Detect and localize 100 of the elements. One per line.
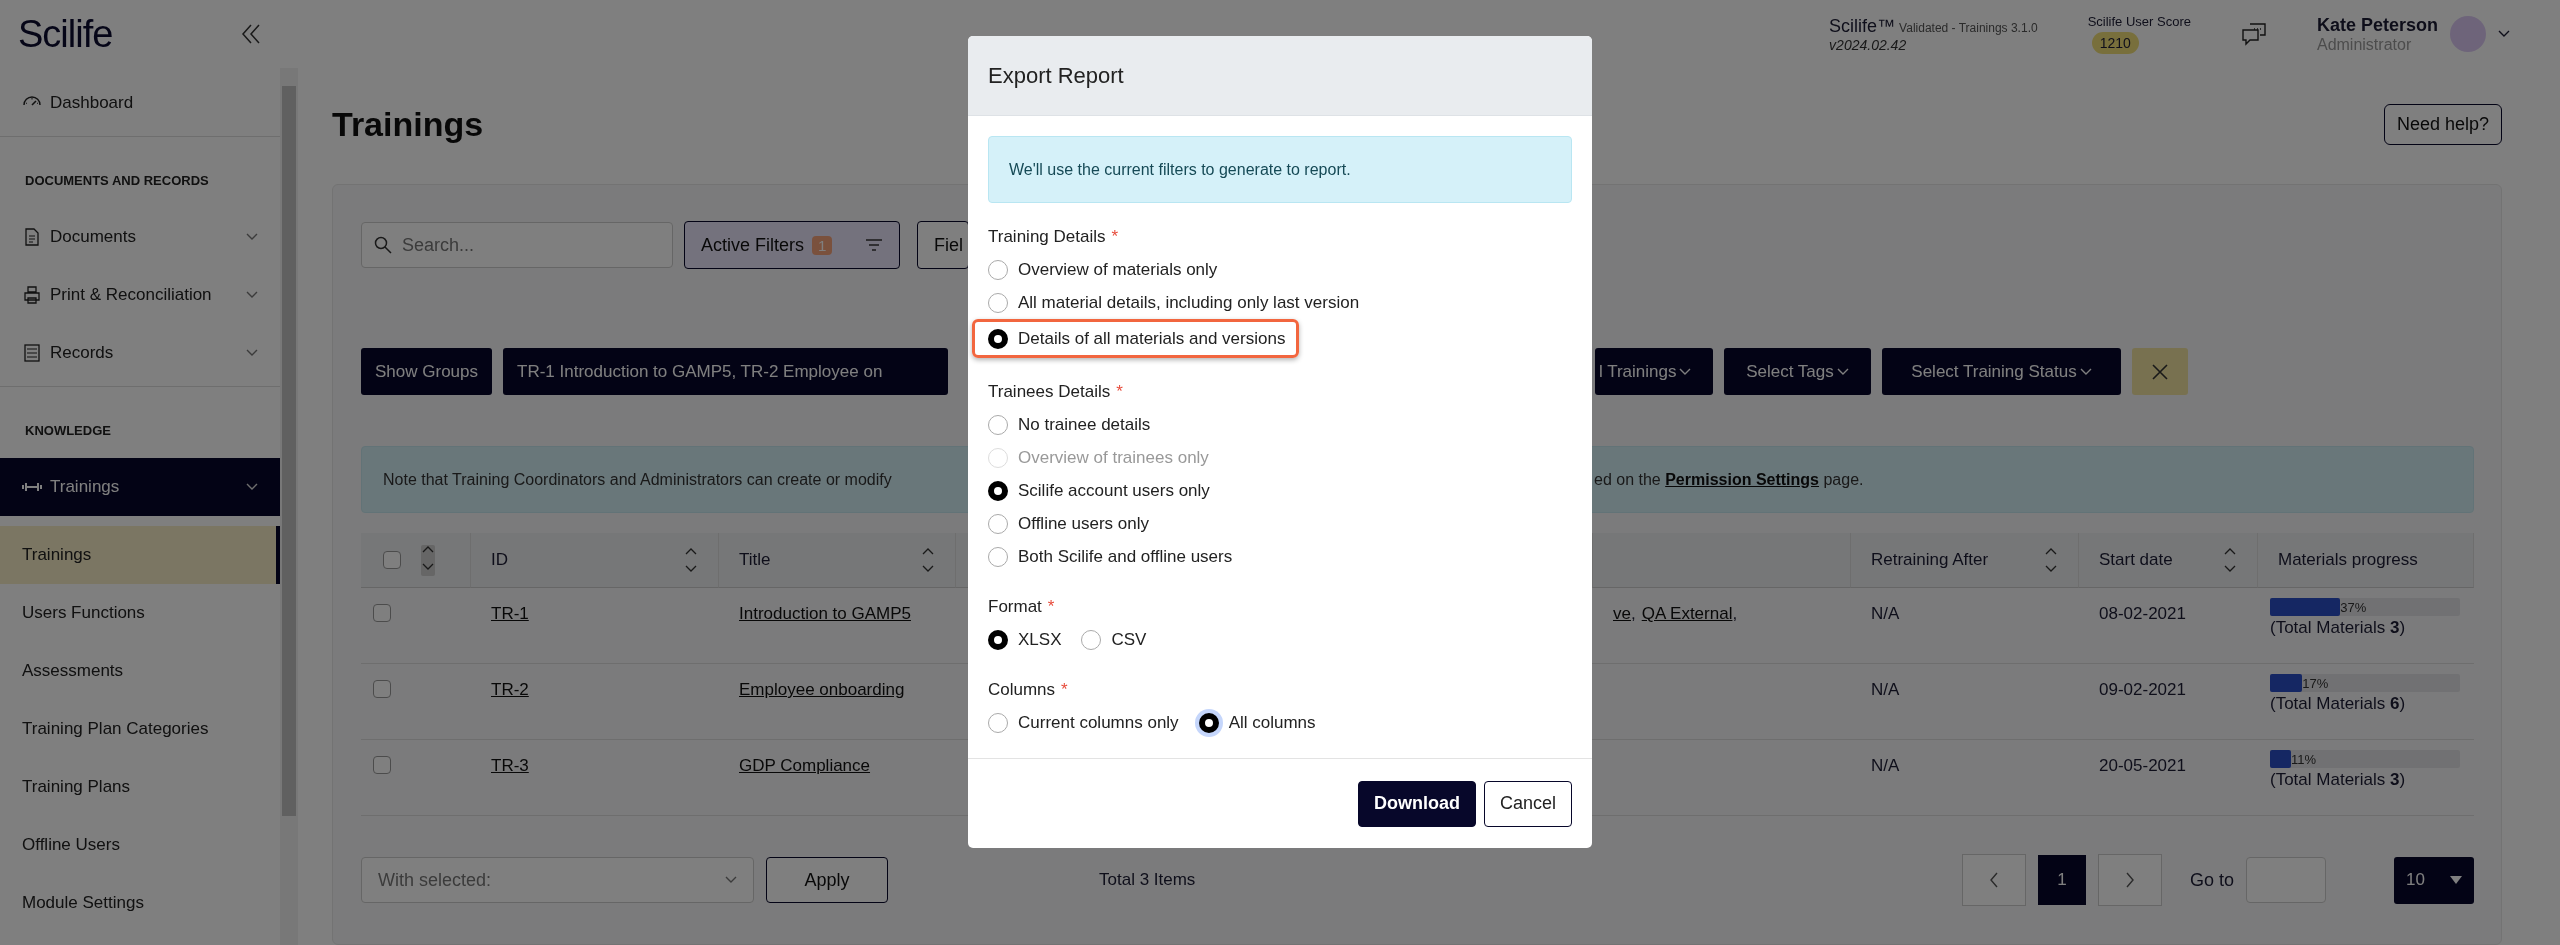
scrollbar[interactable] [280, 68, 298, 945]
sidebar-item[interactable]: Print & Reconciliation [0, 266, 280, 324]
previous-page-button[interactable] [1961, 854, 2026, 906]
sort-icon[interactable] [921, 547, 935, 573]
sidebar-subitem[interactable]: Users Functions [0, 584, 280, 642]
chevron-down-icon [246, 291, 258, 299]
table-cell: N/A [1871, 680, 1900, 699]
show-groups-button[interactable]: Show Groups [361, 348, 492, 395]
radio-button[interactable] [988, 712, 1008, 733]
sidebar-subitem[interactable]: Training Plans [0, 758, 280, 816]
radio-button[interactable] [988, 259, 1008, 280]
collapse-icon[interactable] [240, 23, 262, 45]
sidebar-item[interactable]: Documents [0, 208, 280, 266]
column-header: Materials progress [2278, 550, 2418, 570]
records-icon [22, 343, 42, 363]
column-header: ID [491, 550, 508, 570]
radio-button[interactable] [988, 546, 1008, 567]
radio-button[interactable] [988, 513, 1008, 534]
next-page-button[interactable] [2097, 854, 2162, 906]
table-cell: 09-02-2021 [2099, 680, 2186, 699]
title-link[interactable]: Employee onboarding [739, 680, 905, 699]
sidebar-subitem[interactable]: Training Plan Categories [0, 700, 280, 758]
radio-button[interactable] [988, 414, 1008, 435]
section-heading: DOCUMENTS AND RECORDS [24, 172, 210, 190]
row-checkbox[interactable] [373, 680, 391, 698]
select-all-checkbox[interactable] [383, 551, 401, 569]
cancel-button[interactable]: Cancel [1483, 780, 1572, 827]
sort-icon[interactable] [2044, 547, 2058, 573]
radio-button[interactable] [988, 480, 1008, 501]
row-checkbox[interactable] [373, 604, 391, 622]
radio-option[interactable]: XLSX [988, 623, 1062, 656]
sort-icon[interactable] [684, 547, 698, 573]
sidebar-item[interactable]: Trainings [0, 458, 280, 516]
help-button[interactable]: Need help? [2383, 103, 2502, 145]
id-link[interactable]: TR-2 [491, 680, 529, 699]
radio-option[interactable]: Scilife account users only [988, 474, 1572, 507]
filter-dropdown[interactable]: l Trainings [1595, 348, 1713, 395]
close-icon [2150, 361, 2170, 382]
radio-button[interactable] [1081, 629, 1102, 650]
sidebar-subitem[interactable]: Assessments [0, 642, 280, 700]
row-checkbox[interactable] [373, 756, 391, 774]
radio-option[interactable]: Overview of materials only [988, 253, 1572, 286]
sidebar-subitem[interactable]: Module Settings [0, 874, 280, 932]
radio-option[interactable]: No trainee details [988, 408, 1572, 441]
page-size-select[interactable]: 10 [2394, 856, 2474, 904]
required-mark: * [1047, 597, 1055, 616]
sidebar-subitem[interactable]: Offline Users [0, 816, 280, 874]
progress-label: 11% [2290, 751, 2316, 767]
id-link[interactable]: TR-3 [491, 756, 529, 775]
caret-icon [2450, 876, 2462, 884]
notice-text: ed on the Permission Settings page. [1594, 470, 1865, 489]
radio-option[interactable]: Details of all materials and versions [988, 322, 1286, 355]
radio-option[interactable]: All columns [1198, 706, 1316, 739]
title-link[interactable]: GDP Compliance [739, 756, 871, 775]
goto-field[interactable] [2246, 857, 2326, 903]
sidebar-subitem[interactable]: Trainings [0, 526, 280, 584]
sort-icon[interactable] [421, 544, 435, 571]
download-button[interactable]: Download [1357, 780, 1476, 827]
chat-icon[interactable] [2240, 22, 2267, 46]
sidebar-item[interactable]: Dashboard [0, 74, 280, 132]
title-link[interactable]: Introduction to GAMP5 [739, 604, 911, 623]
dialog-title: Export Report [988, 62, 1124, 89]
printer-icon [22, 285, 42, 305]
bulk-action-select[interactable]: With selected: [361, 857, 754, 903]
sidebar-item[interactable]: Records [0, 324, 280, 382]
filter-chip[interactable]: TR-1 Introduction to GAMP5, TR-2 Employee on [503, 348, 948, 395]
radio-option[interactable]: CSV [1081, 623, 1147, 656]
group-label: Columns [988, 680, 1056, 699]
clear-filters-button[interactable] [2132, 348, 2188, 395]
radio-option[interactable]: Current columns only [988, 706, 1179, 739]
radio-option[interactable]: Offline users only [988, 507, 1572, 540]
notice-text: Note that Training Coordinators and Administrators can create or modify [383, 470, 892, 489]
filter-dropdown[interactable]: Select Training Status [1882, 348, 2121, 395]
total-items: Total 3 Items [1099, 870, 1196, 890]
radio-option[interactable]: All material details, including only last version [988, 286, 1572, 319]
filter-dropdown[interactable]: Select Tags [1724, 348, 1871, 395]
fields-button[interactable]: Fiel [917, 221, 969, 269]
radio-button[interactable] [1198, 712, 1219, 733]
radio-button[interactable] [988, 629, 1008, 650]
radio-button[interactable] [988, 328, 1008, 349]
logo[interactable]: Scilife [18, 12, 113, 56]
apply-button[interactable]: Apply [766, 857, 888, 903]
table-cell: N/A [1871, 756, 1900, 775]
product-name: Scilife™ [1829, 15, 1896, 37]
id-link[interactable]: TR-1 [491, 604, 529, 623]
chevron-down-icon [2498, 30, 2510, 38]
filter-count: 1 [812, 235, 833, 255]
page-button[interactable]: 1 [2037, 855, 2086, 905]
sort-icon[interactable] [2223, 547, 2237, 573]
permission-settings-link[interactable]: Permission Settings [1665, 470, 1819, 488]
search-field[interactable]: Search... [361, 222, 673, 268]
active-filters-button[interactable]: Active Filters 1 [684, 221, 900, 269]
search-icon [374, 236, 392, 254]
chevron-left-icon [1988, 872, 1999, 888]
avatar[interactable] [2450, 16, 2486, 52]
group-label: Trainees Details [988, 382, 1111, 401]
required-mark: * [1061, 680, 1068, 699]
radio-button[interactable] [988, 292, 1008, 313]
column-header: Start date [2099, 550, 2173, 570]
radio-option[interactable]: Both Scilife and offline users [988, 540, 1572, 573]
